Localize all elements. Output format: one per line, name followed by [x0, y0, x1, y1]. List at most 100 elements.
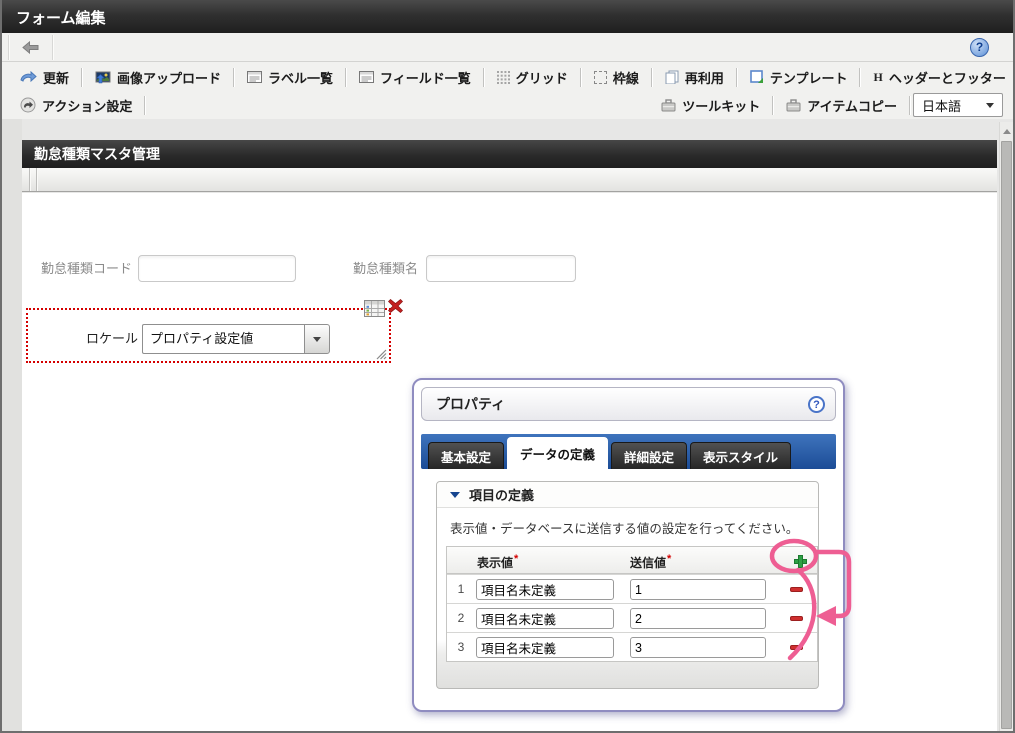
back-button[interactable] [12, 36, 48, 59]
divider [8, 35, 10, 60]
tab-content-panel: 項目の定義 表示値・データベースに送信する値の設定を行ってください。 表示値* … [436, 481, 819, 689]
dialog-title: プロパティ [436, 396, 506, 412]
name-field-input[interactable] [426, 255, 576, 282]
collapse-triangle-icon [450, 491, 460, 498]
page-title: フォーム編集 [16, 10, 106, 27]
label-list-icon [247, 71, 263, 83]
tab-detail-settings[interactable]: 詳細設定 [611, 442, 688, 469]
divider [144, 95, 147, 115]
toolbar: ? 更新 画像アップロード ラベル一覧 フィールド一覧 グリッド 枠線 再利用 … [2, 33, 1013, 152]
tab-basic-settings[interactable]: 基本設定 [428, 442, 505, 469]
scrollbar-thumb[interactable] [1001, 141, 1012, 729]
header-footer-button[interactable]: H ヘッダーとフッター [863, 65, 1013, 89]
nav-row: ? [2, 33, 1013, 62]
locale-select-value: プロパティ設定値 [150, 331, 254, 346]
chevron-down-icon [986, 102, 994, 108]
resize-handle[interactable] [375, 348, 387, 360]
dialog-tab-bar: 基本設定 データの定義 詳細設定 表示スタイル [421, 434, 836, 469]
add-row-button[interactable] [793, 554, 807, 568]
tab-data-definition[interactable]: データの定義 [507, 437, 609, 469]
locale-select[interactable]: プロパティ設定値 [142, 324, 304, 354]
divider [859, 67, 862, 87]
divider [772, 95, 775, 115]
reuse-button[interactable]: 再利用 [655, 65, 734, 89]
vertical-scrollbar[interactable] [999, 122, 1013, 731]
dialog-help-button[interactable]: ? [808, 396, 825, 413]
item-definition-title: 項目の定義 [469, 488, 535, 503]
name-field-label: 勤怠種類名 [352, 261, 418, 276]
language-value: 日本語 [922, 98, 962, 114]
divider [650, 67, 653, 87]
locale-label: ロケール [85, 331, 138, 346]
header-footer-icon: H [873, 69, 883, 84]
display-value-input[interactable] [476, 579, 614, 600]
col-header-display: 表示値* [477, 553, 519, 570]
action-settings-icon [20, 97, 36, 113]
label-list-button[interactable]: ラベル一覧 [237, 65, 343, 89]
toolkit-label: ツールキット [682, 98, 761, 114]
help-glyph: ? [975, 40, 984, 54]
remove-row-button[interactable] [790, 587, 803, 592]
definition-table: 表示値* 送信値* 1 2 3 [446, 546, 818, 662]
border-icon [593, 70, 607, 84]
item-copy-button[interactable]: アイテムコピー [776, 93, 907, 117]
section-header: 勤怠種類マスタ管理 [22, 140, 997, 168]
table-settings-icon[interactable] [364, 300, 385, 317]
row-number: 2 [457, 611, 465, 625]
row-number: 1 [457, 582, 465, 596]
table-row: 3 [447, 632, 817, 661]
divider [29, 168, 31, 191]
title-bar: フォーム編集 [2, 0, 1013, 33]
divider [233, 67, 236, 87]
display-value-input[interactable] [476, 637, 614, 658]
image-upload-button[interactable]: 画像アップロード [85, 65, 231, 89]
send-value-input[interactable] [630, 579, 766, 600]
remove-row-button[interactable] [790, 645, 803, 650]
item-definition-section-header[interactable]: 項目の定義 [437, 482, 818, 508]
chevron-down-icon [313, 336, 321, 342]
property-dialog: プロパティ ? 基本設定 データの定義 詳細設定 表示スタイル 項目の定義 表示… [412, 378, 845, 712]
tab-display-style[interactable]: 表示スタイル [690, 442, 792, 469]
template-button[interactable]: テンプレート [740, 65, 858, 89]
divider [81, 67, 84, 87]
table-row: 1 [447, 574, 817, 603]
template-label: テンプレート [769, 70, 848, 86]
divider [345, 67, 348, 87]
left-gutter [2, 119, 22, 731]
field-list-button[interactable]: フィールド一覧 [349, 65, 481, 89]
action-settings-button[interactable]: アクション設定 [10, 93, 142, 117]
divider [909, 95, 911, 115]
update-icon [20, 71, 37, 83]
grid-button[interactable]: グリッド [487, 65, 578, 89]
label-list-label: ラベル一覧 [268, 70, 334, 86]
toolkit-button[interactable]: ツールキット [651, 93, 770, 117]
display-value-input[interactable] [476, 608, 614, 629]
toolkit-icon [661, 98, 676, 111]
grid-icon [496, 70, 510, 84]
item-copy-icon [786, 98, 801, 111]
image-upload-label: 画像アップロード [117, 70, 222, 86]
code-field-input[interactable] [138, 255, 296, 282]
template-icon [750, 70, 763, 83]
delete-x-icon[interactable] [386, 297, 405, 315]
divider [52, 35, 54, 60]
help-button[interactable]: ? [970, 38, 989, 57]
action-settings-label: アクション設定 [42, 98, 133, 114]
grid-label: グリッド [515, 70, 568, 86]
table-header-row: 表示値* 送信値* [447, 547, 817, 574]
remove-row-button[interactable] [790, 616, 803, 621]
send-value-input[interactable] [630, 608, 766, 629]
section-title: 勤怠種類マスタ管理 [34, 146, 160, 162]
scroll-up-button[interactable] [1000, 124, 1013, 138]
back-arrow-icon [21, 41, 38, 54]
language-select[interactable]: 日本語 [913, 93, 1003, 117]
dialog-header[interactable]: プロパティ ? [421, 387, 836, 421]
update-button[interactable]: 更新 [10, 65, 79, 89]
code-field-label: 勤怠種類コード [40, 261, 132, 276]
border-button[interactable]: 枠線 [584, 65, 649, 89]
locale-select-arrow-button[interactable] [304, 324, 330, 354]
col-header-send: 送信値* [630, 553, 672, 570]
help-glyph: ? [813, 399, 820, 411]
send-value-input[interactable] [630, 637, 766, 658]
section-subheader-band [22, 168, 997, 192]
